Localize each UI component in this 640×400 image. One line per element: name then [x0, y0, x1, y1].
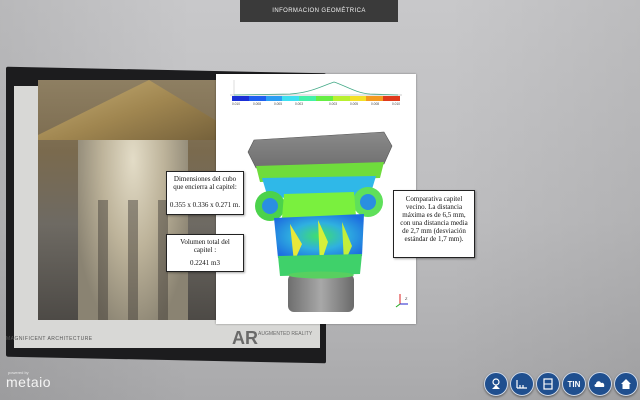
column-flute [98, 200, 108, 320]
dimensions-title: Dimensiones del cubo que encierra al cap… [173, 175, 237, 191]
home-button[interactable] [614, 372, 638, 396]
color-bar-swatch [265, 96, 283, 101]
metaio-logo: metaio [6, 374, 52, 390]
ar-logo-mark: AR [232, 328, 258, 348]
tin-label: TIN [567, 379, 581, 389]
measure-button[interactable] [510, 372, 534, 396]
volume-title: Volumen total del capitel : [180, 238, 230, 254]
capital-3d-model [247, 131, 393, 312]
measure-icon [516, 380, 527, 389]
pediment [38, 80, 226, 140]
model-button[interactable] [484, 372, 508, 396]
color-bar-tick: 0.010 [392, 102, 400, 106]
color-bar-tick: 0.003 [295, 102, 303, 106]
cloud-icon [594, 381, 605, 387]
column-flute [128, 200, 138, 320]
deviation-histogram-curve [230, 80, 402, 96]
section-icon [543, 378, 553, 390]
color-bar-tick: 0.008 [371, 102, 379, 106]
book-caption: MAGNIFICENT ARCHITECTURE [6, 336, 93, 342]
color-bar-tick: 0.005 [350, 102, 358, 106]
color-bar-swatch [315, 96, 333, 101]
color-bar-swatch [383, 96, 400, 101]
color-bar-tick: 0.008 [253, 102, 261, 106]
axis-label: Z [405, 296, 408, 301]
color-bar-ticks: 0.010 0.008 0.005 0.003 0.003 0.005 0.008 0.010 [232, 102, 400, 108]
dimensions-value: 0.355 x 0.336 x 0.271 m. [169, 201, 241, 209]
axis-indicator: Z [394, 292, 410, 308]
model-icon [492, 378, 500, 389]
color-bar-swatch [232, 96, 249, 101]
dimensions-callout: Dimensiones del cubo que encierra al cap… [166, 171, 244, 215]
tin-button[interactable]: TIN [562, 372, 586, 396]
color-bar [232, 96, 400, 101]
comparison-callout: Comparativa capitel vecino. La distancia… [393, 190, 475, 258]
cloud-button[interactable] [588, 372, 612, 396]
header-title: INFORMACION GEOMÉTRICA [272, 8, 366, 14]
color-bar-swatch [299, 96, 316, 101]
ar-toolbar: TIN [480, 372, 640, 398]
color-bar-tick: 0.010 [232, 102, 240, 106]
volume-value: 0.2241 m3 [190, 259, 220, 267]
home-icon [621, 379, 631, 389]
color-bar-swatch [282, 96, 300, 101]
color-bar-tick: 0.003 [329, 102, 337, 106]
header-bar: INFORMACION GEOMÉTRICA [240, 0, 398, 22]
color-bar-tick: 0.005 [274, 102, 282, 106]
metaio-branding: powered by metaio [6, 370, 76, 392]
color-bar-swatch [248, 96, 266, 101]
ar-logo: AR AUGMENTED REALITY [232, 328, 312, 350]
volume-callout: Volumen total del capitel : 0.2241 m3 [166, 234, 244, 272]
ar-logo-subtitle: AUGMENTED REALITY [258, 331, 313, 337]
deviation-color-scale: 0.010 0.008 0.005 0.003 0.003 0.005 0.008 0.010 [230, 80, 402, 106]
color-bar-swatch [349, 96, 367, 101]
color-bar-swatch [366, 96, 384, 101]
section-button[interactable] [536, 372, 560, 396]
color-bar-swatch [332, 96, 350, 101]
comparison-text: Comparativa capitel vecino. La distancia… [400, 195, 468, 243]
geometry-info-panel: 0.010 0.008 0.005 0.003 0.003 0.005 0.008 0.010 [216, 74, 416, 324]
axis-gizmo-icon [395, 294, 408, 308]
